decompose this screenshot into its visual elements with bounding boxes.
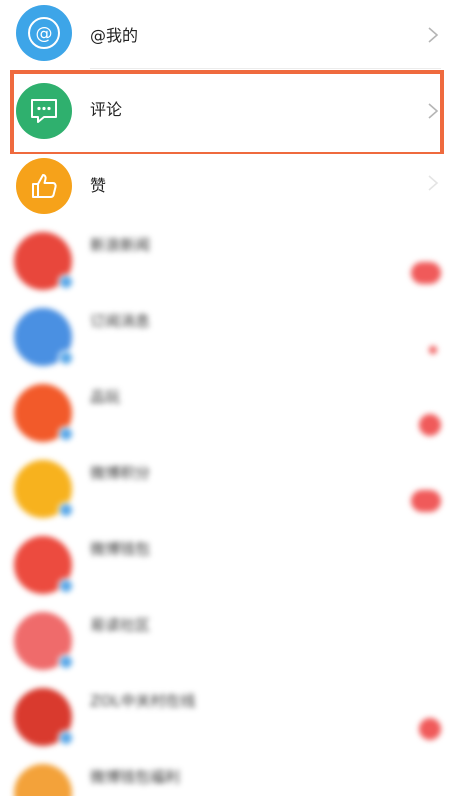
like-row[interactable]: 赞	[0, 154, 455, 226]
chevron-right-icon	[428, 175, 439, 191]
unread-badge	[411, 490, 441, 512]
verified-badge-icon	[58, 274, 74, 290]
conversation-item[interactable]: ZOL中关村在线	[0, 682, 455, 758]
svg-text:@: @	[36, 24, 53, 44]
verified-badge-icon	[58, 350, 74, 366]
chevron-right-icon	[428, 103, 439, 119]
thumbs-up-icon	[16, 158, 72, 214]
conversation-item[interactable]: 订阅消息	[0, 302, 455, 378]
conversation-name: 品玩	[90, 388, 121, 406]
conversation-item[interactable]: 微博钱包	[0, 530, 455, 606]
verified-badge-icon	[58, 654, 74, 670]
unread-badge	[411, 262, 441, 284]
verified-badge-icon	[58, 502, 74, 518]
chevron-right-icon	[428, 27, 439, 43]
conversation-name: 订阅消息	[90, 312, 151, 330]
conversation-item[interactable]: 微博积分	[0, 454, 455, 530]
comment-row[interactable]: 评论	[0, 70, 455, 156]
at-icon: @	[16, 5, 72, 61]
conversation-name: 微博积分	[90, 464, 151, 482]
conversation-list: 新浪新闻订阅消息品玩微博积分微博钱包易读社区 ZOL中关村在线 微博钱包福利	[0, 226, 455, 796]
conversation-item[interactable]: 微博钱包福利	[0, 758, 455, 796]
conversation-item[interactable]: 品玩	[0, 378, 455, 454]
verified-badge-icon	[58, 426, 74, 442]
mention-label: @我的	[90, 26, 139, 45]
conversation-name: 易读社区	[90, 616, 151, 634]
avatar	[14, 764, 72, 796]
comment-label: 评论	[90, 100, 123, 119]
unread-badge	[429, 346, 437, 354]
verified-badge-icon	[58, 730, 74, 746]
like-label: 赞	[90, 176, 107, 195]
conversation-name: 新浪新闻	[90, 236, 151, 254]
unread-badge	[419, 718, 441, 740]
mention-row[interactable]: @ @我的	[0, 0, 455, 74]
conversation-item[interactable]: 新浪新闻	[0, 226, 455, 302]
unread-badge	[419, 414, 441, 436]
verified-badge-icon	[58, 578, 74, 594]
conversation-name: ZOL中关村在线	[90, 692, 196, 710]
conversation-name: 微博钱包	[90, 540, 151, 558]
comment-icon	[16, 83, 72, 139]
conversation-item[interactable]: 易读社区	[0, 606, 455, 682]
conversation-name: 微博钱包福利	[90, 768, 181, 786]
